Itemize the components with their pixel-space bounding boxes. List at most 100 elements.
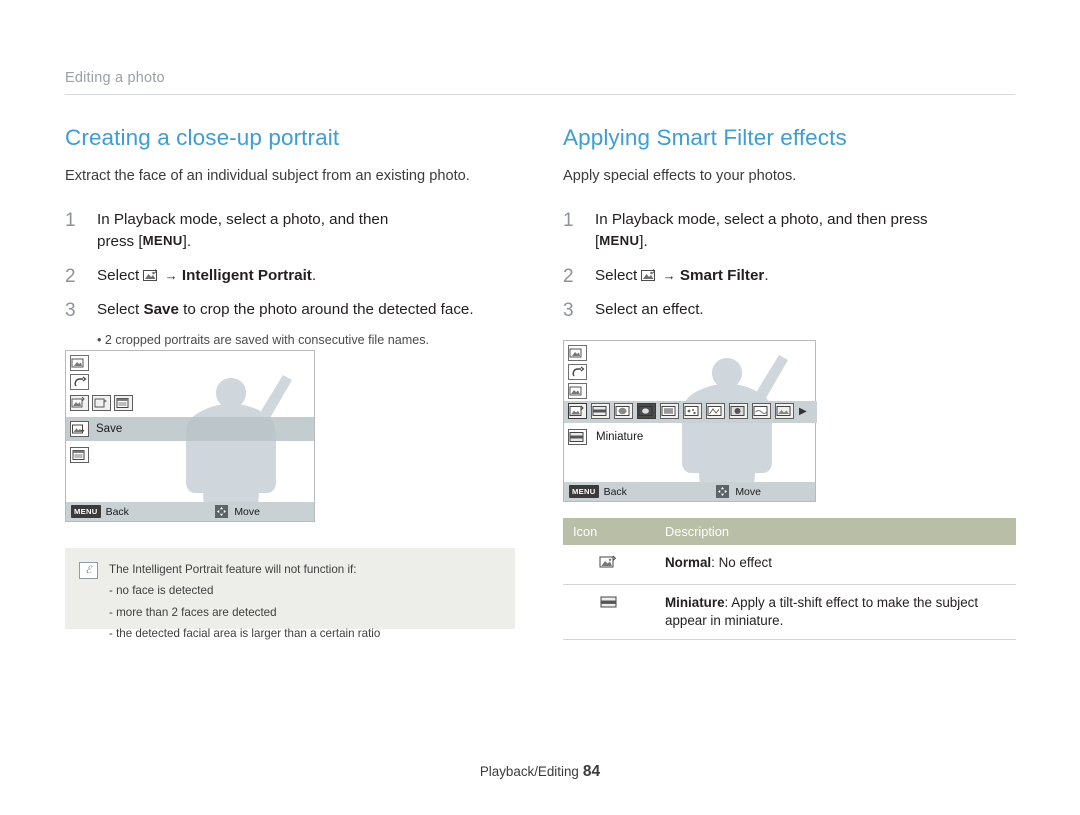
- table-header-row: Icon Description: [563, 518, 1016, 545]
- table-header-description: Description: [655, 518, 1016, 545]
- step-3-left: 3 Select Save to crop the photo around t…: [65, 299, 520, 321]
- page-number: 84: [582, 763, 601, 780]
- miniature-caption-icon: [568, 429, 587, 445]
- step-lead: Select: [97, 300, 144, 318]
- step-2-left: 2 Select → Intelligent Portrait.: [65, 265, 520, 287]
- smart-edit-icon: [143, 267, 160, 281]
- footer-label: Playback/Editing: [479, 764, 579, 779]
- step-bold: Intelligent Portrait: [181, 266, 312, 284]
- table-cell-description: Normal: No effect: [655, 545, 1016, 586]
- note-line: - more than 2 faces are detected: [109, 605, 277, 619]
- save-icon[interactable]: [70, 421, 89, 437]
- step-text: In Playback mode, select a photo, and th…: [595, 210, 928, 250]
- left-steps: 1 In Playback mode, select a photo, and …: [65, 209, 520, 347]
- filter-strip-more-arrow[interactable]: ▶: [799, 406, 807, 417]
- left-column: Creating a close-up portrait Extract the…: [65, 125, 520, 347]
- step-bold: Smart Filter: [679, 266, 765, 284]
- lcd-move-group: Move: [716, 485, 761, 498]
- step-2-right: 2 Select → Smart Filter.: [563, 265, 1018, 287]
- step-text: Select → Smart Filter.: [595, 266, 769, 284]
- step-number: 2: [563, 265, 574, 287]
- half-tone-filter-icon[interactable]: [683, 403, 702, 419]
- defog-filter-icon[interactable]: [752, 403, 771, 419]
- smart-edit-icon[interactable]: [70, 395, 89, 411]
- page-title-right: Applying Smart Filter effects: [563, 125, 847, 150]
- step-1-left: 1 In Playback mode, select a photo, and …: [65, 209, 520, 253]
- step-tail: .: [311, 266, 317, 284]
- section-label: Editing a photo: [65, 70, 165, 86]
- table-row: Normal: No effect: [563, 545, 1016, 586]
- resize-icon[interactable]: [114, 395, 133, 411]
- dpad-icon: [716, 485, 730, 498]
- smart-filter-menu-icon[interactable]: [568, 383, 587, 399]
- sketch-filter-icon[interactable]: [706, 403, 725, 419]
- normal-filter-icon[interactable]: [568, 403, 587, 419]
- step-1-right: 1 In Playback mode, select a photo, and …: [563, 209, 1018, 253]
- undo-icon[interactable]: [70, 374, 89, 390]
- step-text: Select Save to crop the photo around the…: [97, 301, 474, 318]
- step-tail: to crop the photo around the detected fa…: [178, 300, 474, 318]
- fish-eye-filter-icon[interactable]: [729, 403, 748, 419]
- lcd-preview-right: ▶ Miniature MENU Back Move: [563, 340, 817, 502]
- lcd-move-group: Move: [215, 505, 260, 518]
- edit-rotate-icon[interactable]: [568, 345, 587, 361]
- manual-page: Editing a photo Creating a close-up port…: [0, 0, 1080, 815]
- menu-chip: MENU: [142, 232, 183, 248]
- note-icon: ℰ: [79, 562, 98, 579]
- miniature-filter-icon[interactable]: [591, 403, 610, 419]
- vignetting-filter-icon[interactable]: [614, 403, 633, 419]
- step-3-right: 3 Select an effect.: [563, 299, 1018, 321]
- page-title-left: Creating a close-up portrait: [65, 125, 340, 150]
- note-line: - the detected facial area is larger tha…: [109, 627, 381, 641]
- resize-icon-2[interactable]: [70, 447, 89, 463]
- menu-tag: MENU: [71, 505, 101, 518]
- right-column: Applying Smart Filter effects Apply spec…: [563, 125, 1018, 333]
- lcd-back-label[interactable]: Back: [106, 506, 129, 518]
- left-note-box: ℰ The Intelligent Portrait feature will …: [65, 548, 515, 640]
- lcd-save-label: Save: [96, 423, 123, 435]
- step-number: 3: [65, 299, 76, 321]
- smart-edit-icon: [641, 267, 658, 281]
- miniature-filter-icon: [563, 584, 655, 641]
- soft-focus-filter-icon[interactable]: [637, 403, 656, 419]
- arrow-glyph: →: [662, 267, 676, 283]
- lcd-back-label[interactable]: Back: [604, 486, 627, 498]
- note-body: The Intelligent Portrait feature will no…: [109, 559, 505, 645]
- right-subtitle: Apply special effects to your photos.: [563, 168, 797, 184]
- step-text: Select → Intelligent Portrait.: [97, 266, 317, 284]
- dpad-icon: [215, 505, 229, 518]
- edit-rotate-icon[interactable]: [70, 355, 89, 371]
- rotate-icon[interactable]: [92, 395, 111, 411]
- step-bold: Save: [143, 300, 179, 318]
- note-line: - no face is detected: [109, 584, 214, 598]
- lcd-bottom-bar-left: MENU Back Move: [66, 502, 314, 521]
- filter-desc: : No effect: [711, 555, 772, 570]
- menu-chip: MENU: [599, 232, 640, 248]
- page-footer: Playback/Editing 84: [0, 763, 1080, 781]
- lcd-caption-label: Miniature: [596, 431, 644, 443]
- note-line: The Intelligent Portrait feature will no…: [109, 563, 357, 576]
- left-bullet-note: • 2 cropped portraits are saved with con…: [97, 332, 430, 347]
- step-number: 1: [65, 209, 76, 231]
- step-number: 2: [65, 265, 76, 287]
- lcd-filter-icons: ▶: [568, 403, 807, 419]
- filter-name: Miniature: [665, 595, 725, 611]
- lcd-move-label: Move: [735, 485, 761, 498]
- table-row: Miniature: Apply a tilt-shift effect to …: [563, 584, 1016, 641]
- step-number: 1: [563, 209, 574, 231]
- step-text: In Playback mode, select a photo, and th…: [97, 210, 389, 250]
- old-film-filter-icon[interactable]: [660, 403, 679, 419]
- lcd-preview-left: Save MENU Back Move: [65, 350, 315, 522]
- lcd-move-label: Move: [234, 505, 260, 518]
- header-divider: [65, 94, 1015, 95]
- menu-tag: MENU: [569, 485, 599, 498]
- table-cell-description: Miniature: Apply a tilt-shift effect to …: [655, 584, 1016, 641]
- lcd-filter-row: [70, 395, 133, 411]
- undo-icon[interactable]: [568, 364, 587, 380]
- step-tail: .: [764, 266, 769, 284]
- filter-name: Normal: [665, 555, 712, 570]
- icon-description-table: Icon Description Normal: No effect Minia…: [563, 518, 1016, 641]
- classic-filter-icon[interactable]: [775, 403, 794, 419]
- lcd-bottom-bar-right: MENU Back Move: [564, 482, 815, 501]
- left-subtitle: Extract the face of an individual subjec…: [65, 168, 470, 184]
